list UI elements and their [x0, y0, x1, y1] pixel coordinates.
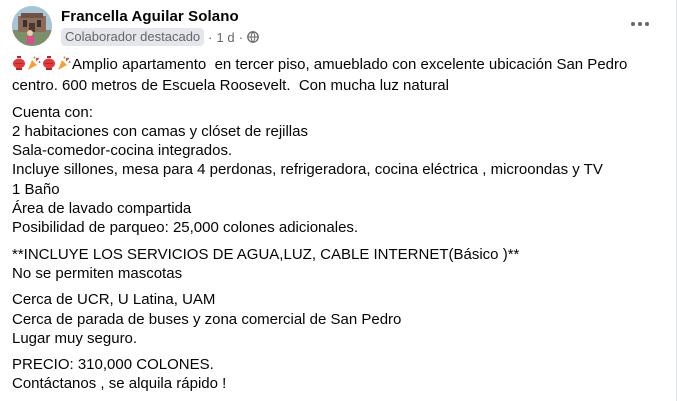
text-line: No se permiten mascotas [12, 264, 183, 282]
party-popper-icon [57, 56, 71, 76]
text-line: 2 habitaciones con camas y clóset de rej… [12, 122, 308, 140]
text-line: Posibilidad de parqueo: 25,000 colones a… [12, 219, 359, 237]
text-line: 1 Baño [12, 180, 60, 198]
post-timestamp[interactable]: 1 d [217, 30, 235, 45]
party-popper-icon [27, 56, 41, 76]
text-line: PRECIO: 310,000 COLONES. [12, 356, 214, 374]
more-options-icon[interactable] [628, 14, 652, 34]
text-line: Contáctanos , se alquila rápido ! [12, 375, 227, 393]
top-contributor-badge[interactable]: Colaborador destacado [61, 28, 205, 46]
red-lantern-icon [42, 56, 56, 76]
facebook-post: Francella Aguilar Solano Colaborador des… [0, 0, 677, 401]
text-line: **INCLUYE LOS SERVICIOS DE AGUA,LUZ, CAB… [12, 245, 520, 263]
author-name[interactable]: Francella Aguilar Solano [61, 8, 239, 25]
avatar-photo [12, 6, 52, 46]
text-line: Cerca de parada de buses y zona comercia… [12, 310, 402, 328]
paragraph: Amplio apartamento en tercer piso, amueb… [12, 55, 672, 96]
globe-icon [247, 31, 259, 43]
text-line: Cerca de UCR, U Latina, UAM [12, 291, 216, 309]
text-line: Área de lavado compartida [12, 200, 192, 218]
paragraph: **INCLUYE LOS SERVICIOS DE AGUA,LUZ, CAB… [12, 245, 672, 284]
meta-separator: · [238, 29, 243, 45]
post-text: Amplio apartamento en tercer piso, amueb… [12, 55, 672, 394]
paragraph: Cerca de UCR, U Latina, UAM Cerca de para… [12, 290, 672, 348]
meta-separator: · [208, 29, 213, 45]
text-line: Amplio apartamento en tercer piso, amueb… [72, 56, 628, 73]
text-line: Incluye sillones, mesa para 4 perdonas, … [12, 161, 603, 179]
text-line: Lugar muy seguro. [12, 329, 138, 347]
text-line: centro. 600 metros de Escuela Roosevelt.… [12, 77, 449, 95]
paragraph: PRECIO: 310,000 COLONES. Contáctanos , se… [12, 355, 672, 394]
text-line: Cuenta con: [12, 103, 93, 121]
post-meta: Colaborador destacado · 1 d · [61, 28, 259, 46]
author-avatar[interactable] [12, 6, 52, 46]
paragraph: Cuenta con: 2 habitaciones con camas y cl… [12, 103, 672, 238]
text-line: Sala-comedor-cocina integrados. [12, 142, 233, 160]
red-lantern-icon [12, 56, 26, 76]
